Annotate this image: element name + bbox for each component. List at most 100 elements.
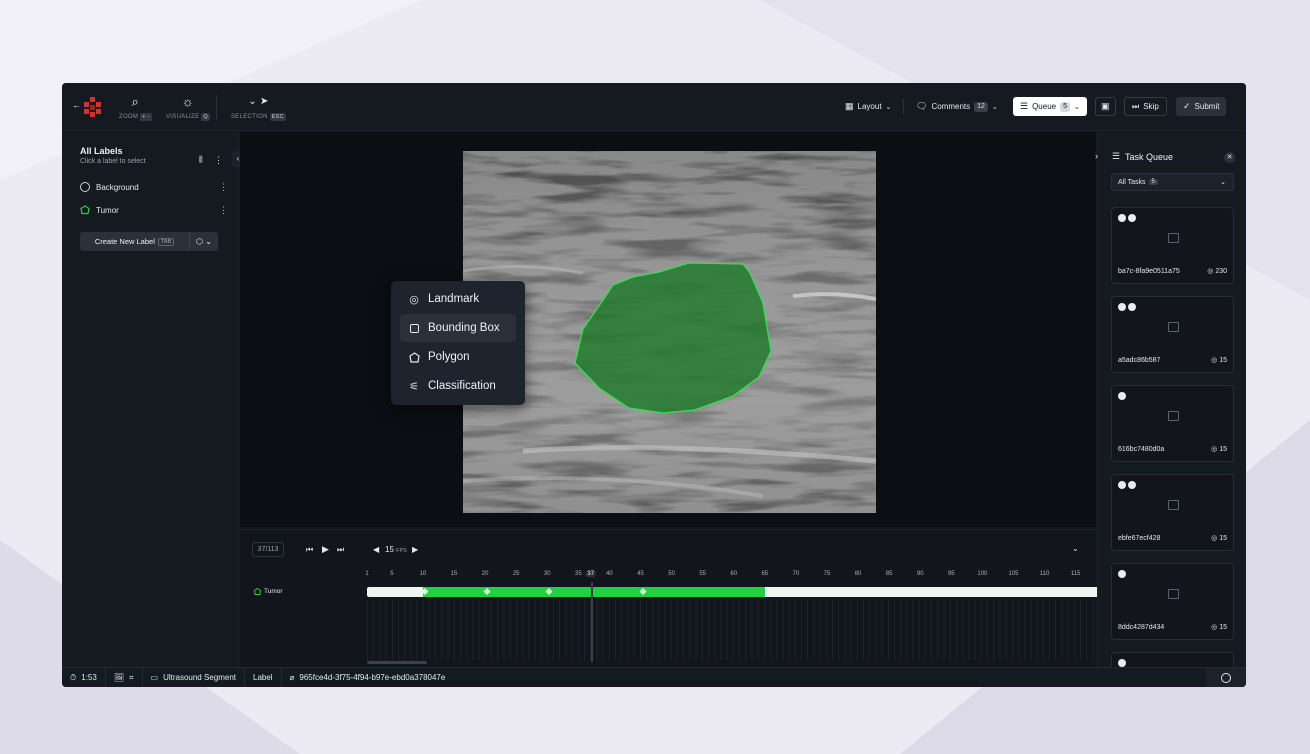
image-placeholder-icon <box>1168 411 1179 421</box>
play-icon[interactable]: ▶ <box>322 544 329 555</box>
frame-tick: 85 <box>885 571 893 577</box>
frame-tick: 75 <box>823 571 831 577</box>
view-controls[interactable]: 🖼 ⌗ <box>106 667 143 687</box>
visualize-shortcut: Q <box>201 113 210 121</box>
task-card[interactable]: a5adc86b587 ◎ 15 <box>1111 296 1234 373</box>
frame-tick: 60 <box>730 571 738 577</box>
fps-decrease-icon[interactable]: ◀ <box>373 545 379 554</box>
zoom-tool[interactable]: ⌕ ZOOM + - <box>119 94 152 121</box>
menu-item-polygon[interactable]: Polygon <box>400 343 516 371</box>
polygon-icon <box>80 205 90 215</box>
annotated-range[interactable] <box>422 587 765 597</box>
label-item-tumor[interactable]: Tumor ⋮ <box>80 205 228 215</box>
visualize-tool[interactable]: ☼ VISUALIZE Q <box>166 94 210 121</box>
filter-label: All Tasks <box>1118 178 1146 186</box>
collapse-right-icon[interactable]: › <box>1095 151 1098 161</box>
task-annotation-count: ◎ 15 <box>1211 535 1227 542</box>
frame-tick: 100 <box>977 571 988 577</box>
label-item-background[interactable]: Background ⋮ <box>80 182 228 192</box>
skip-button[interactable]: ⏭ Skip <box>1124 97 1167 116</box>
task-annotation-count: ◎ 15 <box>1211 624 1227 631</box>
task-card[interactable]: ba7c-8fa9e0511a75 ◎ 230 <box>1111 207 1234 284</box>
frame-tick: 10 <box>419 571 427 577</box>
frame-tick: 35 <box>575 571 582 577</box>
menu-item-landmark[interactable]: ◎ Landmark <box>400 285 516 313</box>
more-menu-icon[interactable]: ⋮ <box>214 155 223 166</box>
menu-item-classification[interactable]: ⚟ Classification <box>400 372 516 400</box>
selection-shortcut: ESC <box>269 113 286 121</box>
layout-button[interactable]: ▦ Layout ⌄ <box>838 97 898 116</box>
chat-icon <box>1221 673 1231 683</box>
frame-tick: 50 <box>668 571 675 577</box>
fit-icon[interactable]: ⌗ <box>129 673 134 683</box>
labels-title: All Labels <box>80 146 123 156</box>
queue-button[interactable]: ☰ Queue 5 ⌄ <box>1013 97 1087 116</box>
back-button[interactable]: ← <box>72 100 81 110</box>
frame-tick: 1 <box>365 571 369 577</box>
frame-tick: 40 <box>606 571 613 577</box>
collapse-timeline-icon[interactable]: ⌄ <box>1072 544 1079 553</box>
status-icon <box>1128 214 1136 222</box>
task-card[interactable]: ebfe67ecf428 ◎ 15 <box>1111 474 1234 551</box>
status-bar: ⏱ 1:53 🖼 ⌗ ▭ Ultrasound Segment Label ⌀ … <box>62 667 1246 687</box>
columns-icon[interactable]: ⫼ <box>199 155 203 165</box>
timeline-scrollbar[interactable] <box>367 661 427 664</box>
queue-label: Queue <box>1032 102 1057 111</box>
frame-tick: 15 <box>450 571 458 577</box>
file-id-value: 965fce4d-3f75-4f94-b97e-ebd0a378047e <box>299 673 446 682</box>
track-grid <box>367 600 1144 660</box>
comments-label: Comments <box>931 102 971 111</box>
image-placeholder-icon <box>1168 589 1179 599</box>
frame-tick: 20 <box>481 571 489 577</box>
image-icon[interactable]: 🖼 <box>114 673 124 682</box>
cube-icon[interactable]: ⬡ ⌄ <box>190 237 218 246</box>
labels-subtitle: Click a label to select <box>80 158 146 165</box>
frame-tick: 90 <box>916 571 924 577</box>
app-logo <box>84 97 101 117</box>
close-icon[interactable]: ✕ <box>1224 152 1235 163</box>
submit-label: Submit <box>1194 102 1220 111</box>
task-id: a5adc86b587 <box>1118 357 1161 364</box>
submit-button[interactable]: ✓ Submit <box>1176 97 1227 116</box>
status-icon <box>1128 481 1136 489</box>
polygon-icon <box>408 351 420 363</box>
timeline-panel: 37/113 ⏮ ▶ ⏭ ◀ 15 FPS ▶ ⌄ 1 5 10 15 20 25 30 35… <box>240 529 1144 667</box>
chat-button[interactable] <box>1206 668 1246 687</box>
selection-tool[interactable]: ⌄ ➤ SELECTION ESC <box>231 94 286 121</box>
skip-back-icon[interactable]: ⏮ <box>306 545 313 555</box>
task-card[interactable]: 616bc7480d0a ◎ 15 <box>1111 385 1234 462</box>
task-status-icons <box>1118 659 1126 667</box>
bounding-box-icon <box>408 322 420 334</box>
create-label-button[interactable]: Create New Label TAB ⬡ ⌄ <box>80 232 218 251</box>
playhead[interactable] <box>590 582 593 662</box>
task-queue-title: Task Queue <box>1125 152 1174 162</box>
cursor-icon: ⌄ ➤ <box>248 96 269 107</box>
track-tumor[interactable] <box>367 587 1144 597</box>
fps-increase-icon[interactable]: ▶ <box>412 545 418 554</box>
app-window: ← ⌕ ZOOM + - ☼ VISUALIZE Q ⌄ ➤ SELECTION ES… <box>62 83 1246 687</box>
layout-label: Layout <box>857 102 882 111</box>
cube-icon <box>80 182 90 192</box>
image-canvas[interactable] <box>240 132 1096 527</box>
status-icon <box>1128 303 1136 311</box>
comments-button[interactable]: 🗨 Comments 12 ⌄ <box>909 97 1005 116</box>
task-card[interactable]: 8ddc4287d434 ◎ 15 <box>1111 563 1234 640</box>
project-name: ▭ Ultrasound Segment <box>143 667 245 687</box>
task-status-icons <box>1118 570 1126 578</box>
task-filter-select[interactable]: All Tasks 5 ⌄ <box>1111 173 1234 191</box>
task-queue-panel: › ☰ Task Queue ✕ All Tasks 5 ⌄ ba7c-8fa9… <box>1095 132 1246 682</box>
more-options-icon[interactable]: ⋮ <box>219 205 228 216</box>
menu-item-label: Polygon <box>428 351 470 363</box>
menu-item-bounding-box[interactable]: Bounding Box <box>400 314 516 342</box>
task-id: 8ddc4287d434 <box>1118 624 1165 631</box>
more-options-icon[interactable]: ⋮ <box>219 182 228 193</box>
check-icon: ✓ <box>1183 101 1191 111</box>
menu-item-label: Bounding Box <box>428 322 500 334</box>
task-annotation-count: ◎ 230 <box>1207 268 1227 275</box>
skip-forward-icon[interactable]: ⏭ <box>337 545 344 555</box>
frame-tick: 105 <box>1008 571 1019 577</box>
save-button[interactable]: ▣ <box>1095 97 1116 116</box>
file-id[interactable]: ⌀ 965fce4d-3f75-4f94-b97e-ebd0a378047e <box>282 668 454 688</box>
project-label: Ultrasound Segment <box>163 673 236 682</box>
frame-tick: 55 <box>699 571 706 577</box>
